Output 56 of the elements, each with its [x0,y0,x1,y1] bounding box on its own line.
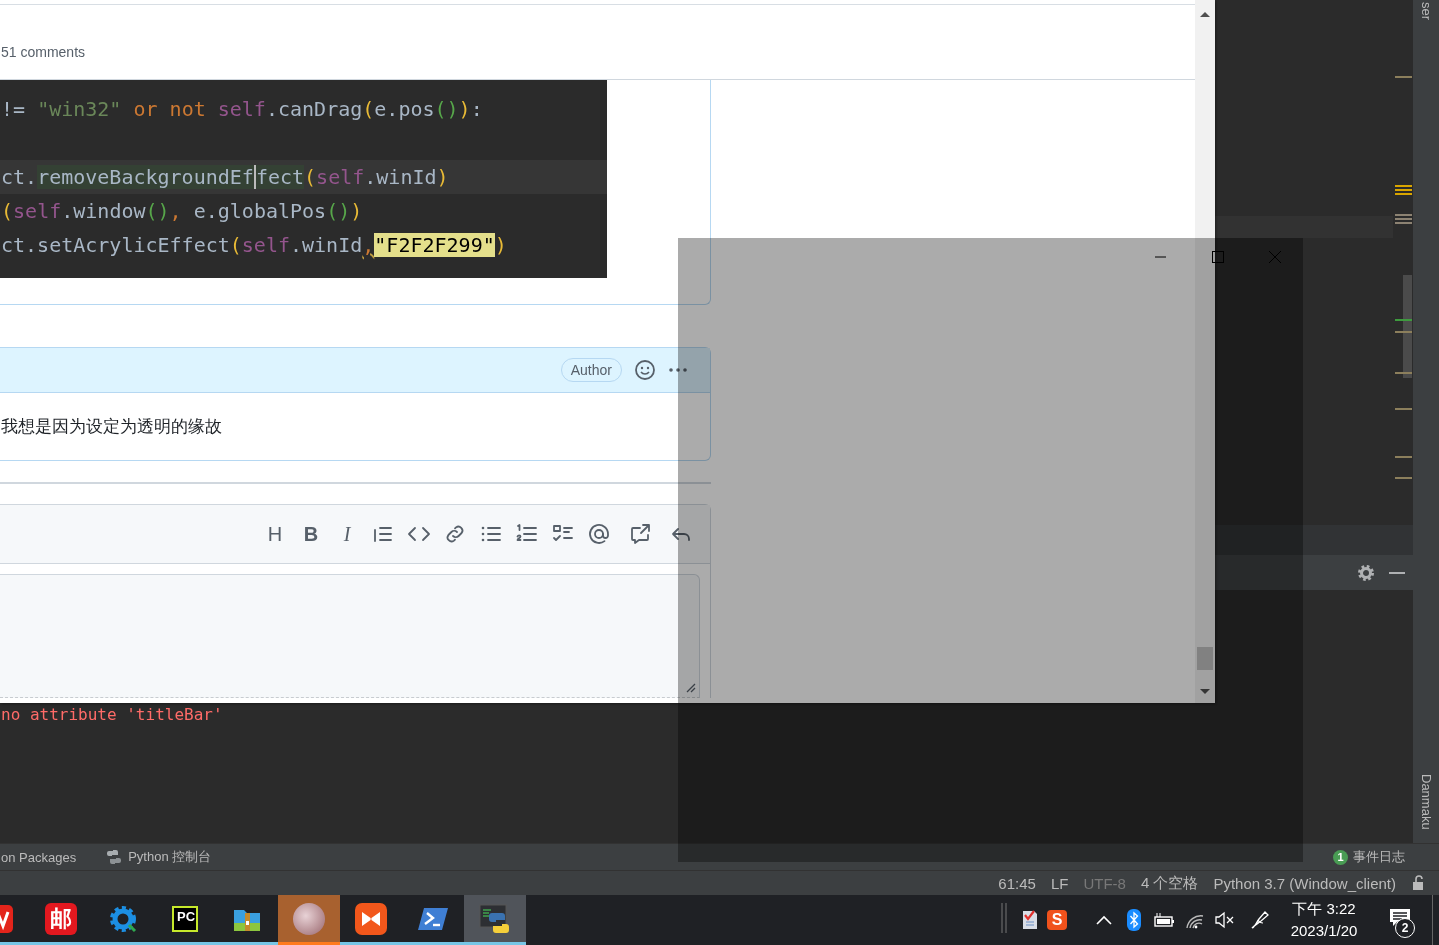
battery-icon[interactable] [1153,912,1175,928]
maximize-icon [1211,251,1224,263]
more-options-icon[interactable] [668,366,688,374]
notification-count: 2 [1395,918,1415,938]
clock-date: 2023/1/20 [1290,921,1358,941]
emoji-icon[interactable] [634,359,656,381]
snake-icon [106,849,123,865]
scroll-down-icon[interactable] [1200,689,1210,695]
tool-tab[interactable]: Python 控制台 [106,848,212,866]
app-icon: 邮 [45,902,77,935]
window-icon [479,902,511,935]
player-icon [355,902,387,935]
side-tab[interactable]: ser [1418,2,1434,21]
lock-icon[interactable] [1411,875,1425,891]
taskbar-button[interactable]: PC [154,895,216,945]
reference-icon[interactable] [628,522,652,546]
tool-tab[interactable]: on Packages [1,849,77,865]
scrollbar[interactable] [1195,0,1215,703]
code-line: != "win32" or not self.canDrag(e.pos()): [0,96,484,123]
clock[interactable]: 下午 3:22 2023/1/20 [1283,898,1365,942]
scroll-up-icon[interactable] [1200,11,1210,17]
settings-icon[interactable] [1358,564,1374,581]
status-item[interactable]: Python 3.7 (Window_client) [1213,874,1396,892]
comment-input-field[interactable] [0,574,700,698]
count-badge: 1 [1333,849,1348,865]
gear-icon [109,904,137,933]
document-icon[interactable] [1020,909,1040,931]
comment-text: 我想是因为设定为透明的缘故 [1,416,222,438]
app-icon: PC [172,905,198,932]
bold-button[interactable]: B [299,522,323,546]
close-icon [1268,251,1281,263]
side-tab[interactable]: Danmaku [1418,774,1434,830]
event-log-label: 事件日志 [1353,848,1405,866]
clock-time: 下午 3:22 [1292,899,1356,919]
code-line: (self.window(), e.globalPos()) [0,198,364,225]
avatar-icon [292,901,326,936]
comment-count: 51 comments [1,43,86,61]
code-line: ct.setAcrylicEffect(self.winId,"F2F2F299") [0,232,508,259]
status-item[interactable]: 61:45 [998,874,1036,892]
status-item[interactable]: 4 个空格 [1140,873,1199,893]
bluetooth-icon[interactable] [1127,909,1141,931]
mention-icon[interactable] [587,522,611,546]
input-method-icon[interactable]: S [1047,910,1067,930]
resize-grip-icon[interactable] [685,682,697,694]
notification-button[interactable]: 2 [1380,900,1420,940]
grip-icon [999,903,1009,933]
scroll-thumb[interactable] [1197,647,1213,670]
taskbar-button[interactable] [464,895,526,945]
pen-icon[interactable] [1249,909,1271,931]
status-item[interactable]: LF [1050,874,1069,892]
heading-button[interactable]: H [263,522,287,546]
error-message: no attribute 'titleBar' [1,704,223,726]
taskbar-button[interactable]: 邮 [30,895,92,945]
muted-speaker-icon[interactable] [1214,910,1234,930]
event-log-tab[interactable]: 1 事件日志 [1333,848,1405,866]
italic-button[interactable]: I [335,522,359,546]
